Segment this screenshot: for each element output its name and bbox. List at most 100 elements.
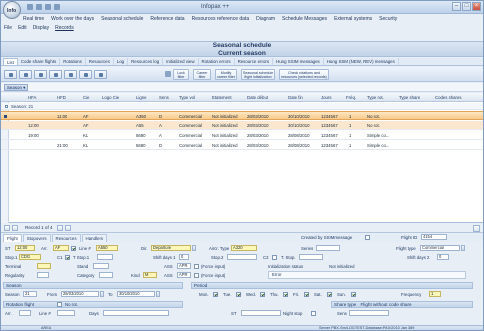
minimize-icon[interactable]: – <box>452 2 461 11</box>
category-field[interactable] <box>99 272 113 278</box>
flight-initialization-button[interactable]: Seasonal schedule flight initialization <box>241 69 275 80</box>
line-field[interactable]: A550 <box>96 245 118 251</box>
arr-checkbox[interactable] <box>71 246 76 251</box>
col-type-rot[interactable]: Type rot. <box>367 95 384 100</box>
stand-field[interactable] <box>93 263 109 269</box>
scroll-right-icon[interactable] <box>473 225 480 232</box>
dir-field[interactable]: Departure <box>151 245 191 251</box>
stop2-field[interactable] <box>227 254 257 260</box>
tab-stopovers[interactable]: Stopovers <box>22 234 51 242</box>
group-row-season[interactable]: Season: 21 <box>1 103 483 110</box>
col-freq[interactable]: Fréq. <box>346 95 356 100</box>
regularity-field[interactable] <box>37 272 49 278</box>
aircraft-type-field[interactable]: A320 <box>231 245 257 251</box>
c2-checkbox[interactable] <box>272 255 277 260</box>
menu-work-over-days[interactable]: Work over the days <box>51 16 94 22</box>
career-filter-button[interactable]: Career filter <box>193 69 211 80</box>
menu-security[interactable]: Security <box>379 16 397 22</box>
col-etatement[interactable]: Etatement <box>212 95 232 100</box>
tab-log[interactable]: Log <box>114 58 129 65</box>
next-record-icon[interactable] <box>57 225 63 231</box>
close-icon[interactable]: × <box>472 2 481 11</box>
tab-flight[interactable]: Flight <box>3 234 22 242</box>
flight-id-field[interactable]: 4154 <box>421 234 447 240</box>
menu-real-time[interactable]: Real time <box>23 16 44 22</box>
tab-hung-ssm[interactable]: Hung SSM (NEW, REV) messages <box>324 58 399 65</box>
tab-handlers[interactable]: Handlers <box>81 234 108 242</box>
modify-career-filter-button[interactable]: Modify career filter <box>215 69 237 80</box>
menu-schedule-messages[interactable]: Schedule Messages <box>282 16 327 22</box>
col-type-share[interactable]: Type share <box>399 95 420 100</box>
tab-resource-errors[interactable]: Resource errors <box>235 58 274 65</box>
tab-resources[interactable]: Resources <box>86 58 114 65</box>
ass2-field[interactable]: APR <box>177 272 191 278</box>
shift-days2-field[interactable]: 0 <box>437 254 449 260</box>
col-date-fin[interactable]: Date fin <box>288 95 303 100</box>
sens-field[interactable] <box>349 310 389 316</box>
flight-type-dropdown-icon[interactable] <box>461 245 465 251</box>
rot-st-field[interactable] <box>241 310 281 316</box>
lock-filter-button[interactable]: Lock filter <box>173 69 189 80</box>
menu-resources-reference-data[interactable]: Resources reference data <box>192 16 250 22</box>
undo-icon[interactable] <box>36 4 42 10</box>
delete-record-button[interactable] <box>49 70 62 79</box>
col-date-debut[interactable]: Date début <box>247 95 268 100</box>
col-hfd[interactable]: HFD <box>57 95 66 100</box>
copy-record-button[interactable] <box>19 70 32 79</box>
col-type-vol[interactable]: Type vol <box>179 95 195 100</box>
edit-record-button[interactable] <box>34 70 47 79</box>
tab-initialized-view[interactable]: Initialized view <box>163 58 199 65</box>
shift-days1-field[interactable]: 0 <box>179 254 189 260</box>
day-sun-checkbox[interactable] <box>351 292 356 297</box>
menu-file[interactable]: File <box>4 25 12 31</box>
tab-rotation-errors[interactable]: Rotation errors <box>199 58 235 65</box>
new-record-button[interactable] <box>4 70 17 79</box>
night-stop-checkbox[interactable] <box>311 311 316 316</box>
ass-field[interactable]: APR <box>177 263 191 269</box>
table-row[interactable]: 19:00 KL 5680 A Commercial Not initializ… <box>1 131 483 140</box>
rot-arr-field[interactable] <box>19 310 31 316</box>
day-wed-checkbox[interactable] <box>260 292 265 297</box>
menu-edit[interactable]: Edit <box>18 25 27 31</box>
table-row[interactable]: 21:00 KL 5680 D Commercial Not initializ… <box>1 141 483 150</box>
maximize-icon[interactable]: □ <box>462 2 471 11</box>
collapse-icon[interactable] <box>5 105 8 108</box>
to-calendar-icon[interactable] <box>156 291 160 297</box>
last-record-icon[interactable] <box>65 225 71 231</box>
day-tue-checkbox[interactable] <box>236 292 241 297</box>
no-rot-checkbox[interactable] <box>57 302 62 307</box>
flight-type-field[interactable]: Commercial <box>420 245 460 251</box>
col-logo-cie[interactable]: Logo Cie <box>102 95 119 100</box>
season-dropdown[interactable]: Season ▾ <box>4 84 28 91</box>
menu-diagram[interactable]: Diagram <box>256 16 275 22</box>
rot-line-field[interactable] <box>57 310 75 316</box>
terminal-field[interactable] <box>37 263 51 269</box>
refresh-button[interactable] <box>94 70 107 79</box>
col-sens[interactable]: Sens <box>159 95 169 100</box>
day-fri-checkbox[interactable] <box>304 292 309 297</box>
app-orb-button[interactable]: Info <box>3 1 21 19</box>
day-sat-checkbox[interactable] <box>327 292 332 297</box>
sort-button[interactable] <box>79 70 92 79</box>
save-icon[interactable] <box>27 4 33 10</box>
tab-hung-ssim[interactable]: Hung SSIM messages <box>273 58 324 65</box>
col-hfa[interactable]: HFA <box>28 95 36 100</box>
col-jours[interactable]: Jours <box>321 95 332 100</box>
col-codes-shares[interactable]: Codes shares <box>435 95 462 100</box>
force-input-checkbox-1[interactable] <box>194 264 199 269</box>
menu-reference-data[interactable]: Reference data <box>150 16 184 22</box>
tab-rotations[interactable]: Rotations <box>60 58 86 65</box>
created-by-checkbox[interactable] <box>365 235 370 240</box>
col-cie[interactable]: Cie <box>83 95 89 100</box>
dir-dropdown-icon[interactable] <box>192 245 196 251</box>
arr-field[interactable]: AF <box>53 245 69 251</box>
first-record-icon[interactable] <box>4 225 10 231</box>
to-field[interactable]: 30/10/2010 <box>117 291 155 297</box>
kind-field[interactable]: M <box>143 272 157 278</box>
t-stop-field[interactable] <box>299 254 323 260</box>
season-field[interactable]: 21 <box>23 291 37 297</box>
filter-button[interactable] <box>64 70 77 79</box>
check-rotations-button[interactable]: Check rotations and resources (selected … <box>279 69 329 80</box>
c1-checkbox[interactable] <box>65 255 70 260</box>
day-thu-checkbox[interactable] <box>283 292 288 297</box>
